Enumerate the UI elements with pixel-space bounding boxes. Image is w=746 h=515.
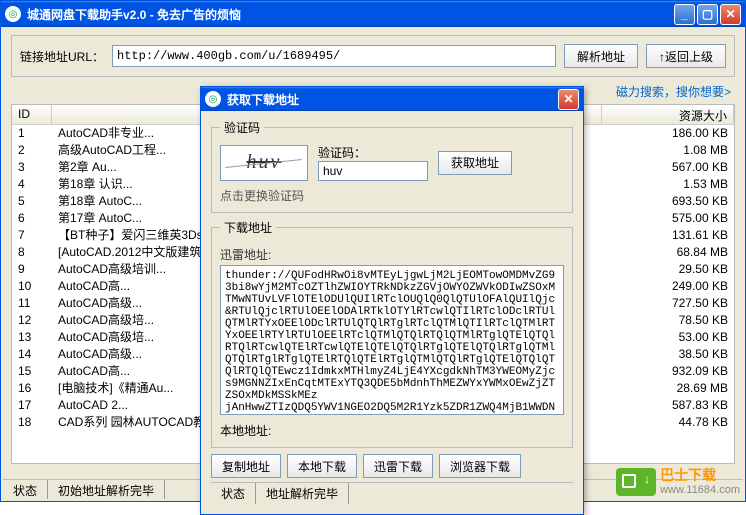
dialog-app-icon: ◎ — [205, 91, 221, 107]
cell-id: 12 — [12, 312, 52, 329]
cell-id: 4 — [12, 176, 52, 193]
minimize-button[interactable]: _ — [674, 4, 695, 25]
cell-id: 8 — [12, 244, 52, 261]
back-button[interactable]: ↑返回上级 — [646, 44, 726, 68]
dialog-status-label: 状态 — [211, 483, 256, 504]
cell-id: 1 — [12, 125, 52, 142]
cell-size: 1.08 MB — [602, 142, 734, 159]
watermark-name: 巴士下载 — [660, 468, 740, 483]
local-label: 本地地址: — [220, 424, 271, 438]
watermark: 巴士下载 www.11684.com — [616, 468, 740, 496]
cell-id: 6 — [12, 210, 52, 227]
dialog-status-text: 地址解析完毕 — [256, 483, 349, 504]
cell-size: 1.53 MB — [602, 176, 734, 193]
thunder-download-button[interactable]: 迅雷下载 — [363, 454, 433, 478]
browser-download-button[interactable]: 浏览器下载 — [439, 454, 521, 478]
cell-id: 10 — [12, 278, 52, 295]
col-size[interactable]: 资源大小 — [602, 105, 734, 124]
cell-size: 249.00 KB — [602, 278, 734, 295]
download-legend: 下载地址 — [220, 219, 276, 236]
cell-size: 567.00 KB — [602, 159, 734, 176]
cell-size: 727.50 KB — [602, 295, 734, 312]
cell-size: 78.50 KB — [602, 312, 734, 329]
download-group: 下载地址 迅雷地址: thunder://QUFodHRwOi8vMTEyLjg… — [211, 219, 573, 448]
captcha-label: 验证码： — [318, 146, 366, 160]
cell-size: 587.83 KB — [602, 397, 734, 414]
captcha-refresh-hint[interactable]: 点击更换验证码 — [220, 187, 564, 204]
local-download-button[interactable]: 本地下载 — [287, 454, 357, 478]
status-text: 初始地址解析完毕 — [48, 480, 165, 499]
dialog-buttons: 复制地址 本地下载 迅雷下载 浏览器下载 — [211, 454, 573, 478]
captcha-group: 验证码 huv 验证码： 获取地址 点击更换验证码 — [211, 119, 573, 213]
cell-size: 53.00 KB — [602, 329, 734, 346]
status-label: 状态 — [3, 480, 48, 499]
close-button[interactable]: ✕ — [720, 4, 741, 25]
col-id[interactable]: ID — [12, 105, 52, 124]
cell-id: 15 — [12, 363, 52, 380]
captcha-legend: 验证码 — [220, 119, 264, 136]
cell-size: 186.00 KB — [602, 125, 734, 142]
cell-size: 28.69 MB — [602, 380, 734, 397]
cell-id: 3 — [12, 159, 52, 176]
url-label: 链接地址URL： — [20, 48, 104, 65]
dialog-titlebar[interactable]: ◎ 获取下载地址 ✕ — [201, 87, 583, 111]
cell-size: 29.50 KB — [602, 261, 734, 278]
cell-size: 44.78 KB — [602, 414, 734, 431]
parse-button[interactable]: 解析地址 — [564, 44, 638, 68]
url-input[interactable] — [112, 45, 556, 67]
cell-id: 14 — [12, 346, 52, 363]
cell-id: 17 — [12, 397, 52, 414]
get-address-button[interactable]: 获取地址 — [438, 151, 512, 175]
cell-id: 2 — [12, 142, 52, 159]
watermark-logo-icon — [616, 468, 656, 496]
dialog-close-button[interactable]: ✕ — [558, 89, 579, 110]
thunder-label: 迅雷地址: — [220, 246, 564, 263]
dialog-title: 获取下载地址 — [227, 91, 558, 108]
window-title: 城通网盘下载助手v2.0 - 免去广告的烦恼 — [27, 6, 674, 23]
dialog-status-bar: 状态 地址解析完毕 — [211, 482, 573, 504]
cell-id: 16 — [12, 380, 52, 397]
cell-id: 18 — [12, 414, 52, 431]
cell-id: 13 — [12, 329, 52, 346]
cell-id: 9 — [12, 261, 52, 278]
url-bar: 链接地址URL： 解析地址 ↑返回上级 — [11, 35, 735, 77]
app-icon: ◎ — [5, 6, 21, 22]
thunder-address-box[interactable]: thunder://QUFodHRwOi8vMTEyLjgwLjM2LjEOMT… — [220, 265, 564, 415]
cell-id: 5 — [12, 193, 52, 210]
cell-size: 932.09 KB — [602, 363, 734, 380]
cell-id: 11 — [12, 295, 52, 312]
cell-size: 693.50 KB — [602, 193, 734, 210]
watermark-url: www.11684.com — [660, 484, 740, 496]
maximize-button[interactable]: ▢ — [697, 4, 718, 25]
cell-size: 38.50 KB — [602, 346, 734, 363]
download-dialog: ◎ 获取下载地址 ✕ 验证码 huv 验证码： 获取地址 点击更换验证码 下载地… — [200, 86, 584, 515]
cell-id: 7 — [12, 227, 52, 244]
captcha-image[interactable]: huv — [220, 145, 308, 181]
cell-size: 575.00 KB — [602, 210, 734, 227]
cell-size: 131.61 KB — [602, 227, 734, 244]
cell-size: 68.84 MB — [602, 244, 734, 261]
main-titlebar[interactable]: ◎ 城通网盘下载助手v2.0 - 免去广告的烦恼 _ ▢ ✕ — [1, 1, 745, 27]
captcha-input[interactable] — [318, 161, 428, 181]
copy-address-button[interactable]: 复制地址 — [211, 454, 281, 478]
